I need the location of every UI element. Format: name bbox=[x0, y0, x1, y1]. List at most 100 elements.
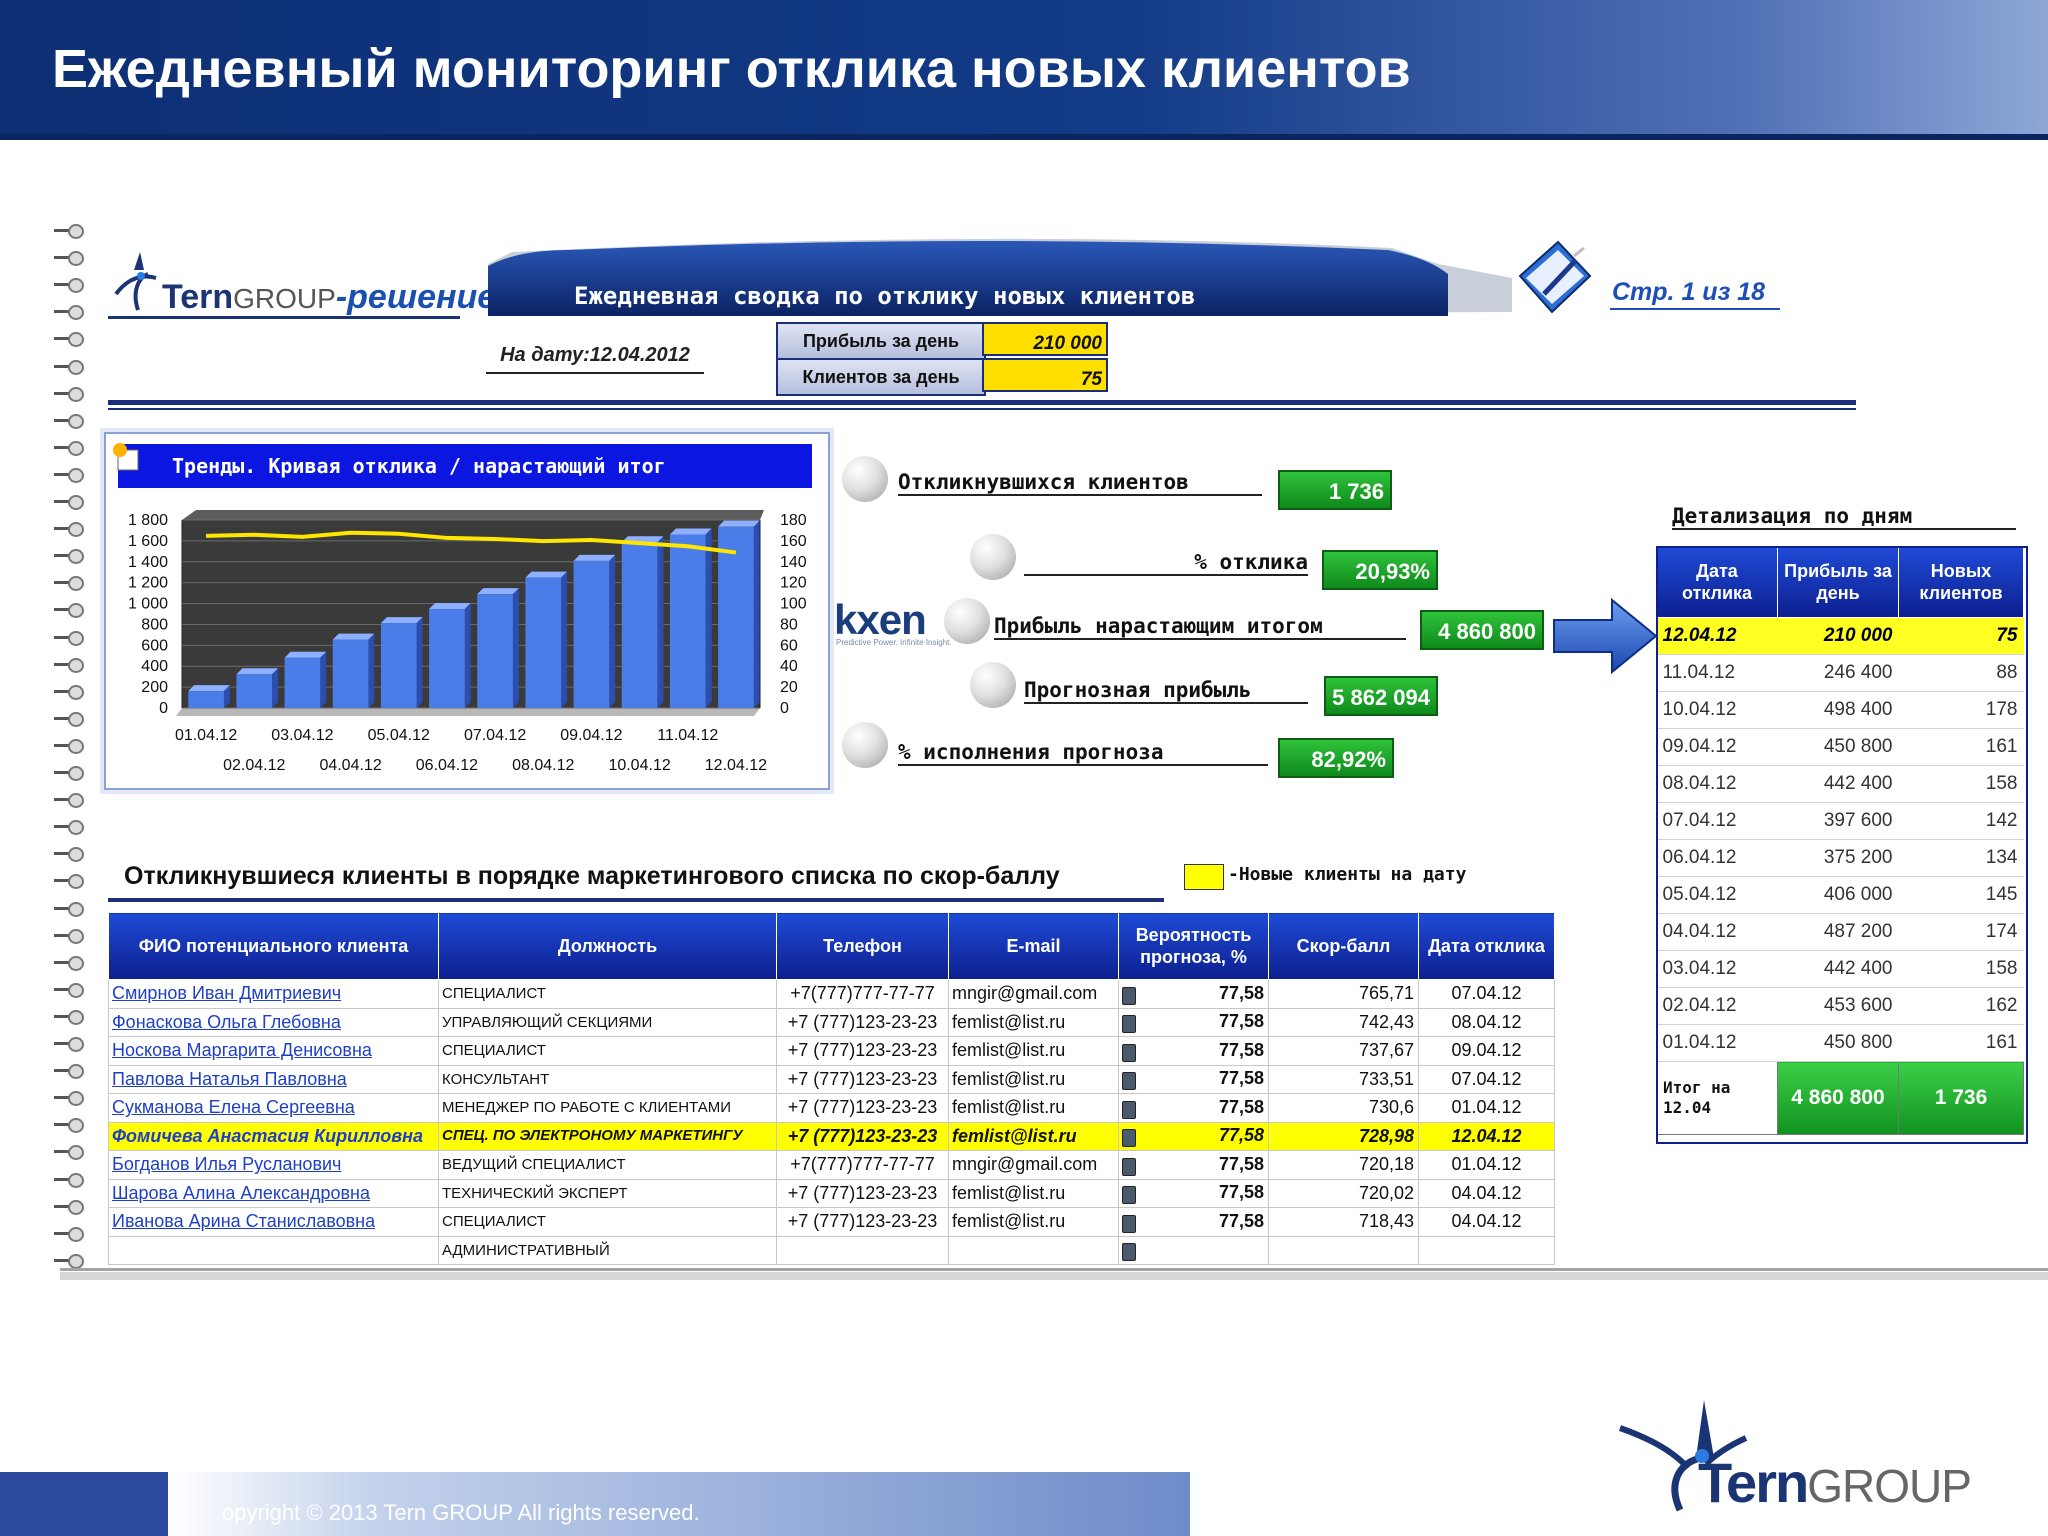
spiral-ring bbox=[54, 549, 84, 565]
details-row[interactable]: 04.04.12 487 200 174 bbox=[1656, 913, 2024, 951]
client-probability: 77,58 bbox=[1118, 1036, 1269, 1066]
details-row[interactable]: 05.04.12 406 000 145 bbox=[1656, 876, 2024, 914]
details-total-label: Итог на 12.04 bbox=[1656, 1061, 1778, 1135]
x-tick-label: 10.04.12 bbox=[608, 757, 670, 774]
spiral-ring bbox=[54, 386, 84, 402]
client-list-underline bbox=[108, 898, 1164, 902]
table-row[interactable]: Фомичева Анастасия Кирилловна спец. по эл… bbox=[108, 1121, 1555, 1151]
list-header-position[interactable]: Должность bbox=[438, 912, 777, 980]
client-email: femlist@list.ru bbox=[948, 1036, 1119, 1066]
kpi-daily-clients-label: Клиентов за день bbox=[776, 358, 986, 396]
logo-group: GROUP bbox=[233, 283, 336, 314]
client-position: консультант bbox=[438, 1064, 777, 1094]
details-row[interactable]: 03.04.12 442 400 158 bbox=[1656, 950, 2024, 988]
client-position: специалист bbox=[438, 1207, 777, 1237]
table-row[interactable]: Богданов Илья Русланович ведущий специали… bbox=[108, 1150, 1555, 1180]
client-name-link[interactable]: Носкова Маргарита Денисовна bbox=[108, 1036, 439, 1066]
client-probability: 77,58 bbox=[1118, 1121, 1269, 1151]
client-name-link[interactable]: Сукманова Елена Сергеевна bbox=[108, 1093, 439, 1123]
details-row[interactable]: 02.04.12 453 600 162 bbox=[1656, 987, 2024, 1025]
client-email bbox=[948, 1235, 1119, 1265]
metric-cumulative-profit-label: Прибыль нарастающим итогом bbox=[994, 614, 1406, 640]
y-right-tick-label: 0 bbox=[780, 700, 789, 717]
y-right-tick-label: 140 bbox=[780, 554, 807, 571]
details-date: 02.04.12 bbox=[1656, 987, 1778, 1025]
device-icon bbox=[1122, 1186, 1136, 1205]
list-header-date[interactable]: Дата отклика bbox=[1418, 912, 1555, 980]
metric-forecast-profit-label: Прогнозная прибыль bbox=[1024, 678, 1308, 704]
details-total-row: Итог на 12.04 4 860 800 1 736 bbox=[1656, 1061, 2024, 1135]
client-position: административный bbox=[438, 1235, 777, 1265]
client-phone: +7 (777)123-23-23 bbox=[776, 1007, 949, 1037]
table-row[interactable]: Сукманова Елена Сергеевна менеджер по раб… bbox=[108, 1093, 1555, 1123]
list-header-name[interactable]: ФИО потенциального клиента bbox=[108, 912, 439, 980]
spiral-ring bbox=[54, 1145, 84, 1161]
details-row[interactable]: 12.04.12 210 000 75 bbox=[1656, 617, 2024, 655]
details-row[interactable]: 11.04.12 246 400 88 bbox=[1656, 654, 2024, 692]
table-row[interactable]: Носкова Маргарита Денисовна специалист +7 … bbox=[108, 1036, 1555, 1066]
details-row[interactable]: 10.04.12 498 400 178 bbox=[1656, 691, 2024, 729]
spiral-ring bbox=[54, 1037, 84, 1052]
page-counter: Стр. 1 из 18 bbox=[1612, 278, 1766, 306]
client-position: ведущий специалист bbox=[438, 1150, 777, 1180]
client-name-link[interactable]: Шарова Алина Александровна bbox=[108, 1178, 439, 1208]
section-divider-thin bbox=[108, 408, 1856, 410]
spiral-ring bbox=[54, 467, 84, 483]
x-tick-label: 08.04.12 bbox=[512, 757, 574, 774]
window-scrollbar[interactable] bbox=[60, 1272, 2048, 1280]
metric-responded-value: 1 736 bbox=[1278, 470, 1392, 510]
client-response-date: 04.04.12 bbox=[1418, 1178, 1555, 1208]
copyright-text: opyright © 2013 Tern GROUP All rights re… bbox=[222, 1500, 700, 1525]
list-header-probability[interactable]: Вероятность прогноза, % bbox=[1118, 912, 1269, 980]
client-name-link[interactable]: Смирнов Иван Дмитриевич bbox=[108, 979, 439, 1009]
details-row[interactable]: 07.04.12 397 600 142 bbox=[1656, 802, 2024, 840]
client-name-link[interactable]: Богданов Илья Русланович bbox=[108, 1150, 439, 1180]
list-header-email[interactable]: E-mail bbox=[948, 912, 1119, 980]
logo-suffix: -решение bbox=[335, 278, 497, 316]
client-name-link[interactable]: Иванова Арина Станиславовна bbox=[108, 1207, 439, 1237]
details-row[interactable]: 08.04.12 442 400 158 bbox=[1656, 765, 2024, 803]
spiral-ring bbox=[54, 928, 84, 944]
list-header-score[interactable]: Скор-балл bbox=[1268, 912, 1419, 980]
details-date: 03.04.12 bbox=[1656, 950, 1778, 988]
bar-side bbox=[320, 651, 327, 708]
client-phone: +7 (777)123-23-23 bbox=[776, 1121, 949, 1151]
client-name-link[interactable]: Фонаскова Ольга Глебовна bbox=[108, 1007, 439, 1037]
client-name-link[interactable]: Павлова Наталья Павловна bbox=[108, 1064, 439, 1094]
spiral-ring bbox=[54, 1118, 84, 1134]
details-row[interactable]: 09.04.12 450 800 161 bbox=[1656, 728, 2024, 766]
client-score bbox=[1268, 1235, 1419, 1265]
x-tick-label: 11.04.12 bbox=[657, 727, 718, 744]
spiral-ring bbox=[54, 630, 84, 646]
details-clients: 161 bbox=[1898, 728, 2024, 766]
table-row[interactable]: Павлова Наталья Павловна консультант +7 (7… bbox=[108, 1064, 1555, 1094]
spiral-ring bbox=[54, 1091, 84, 1107]
table-row[interactable]: Фонаскова Ольга Глебовна управляющий секц… bbox=[108, 1007, 1555, 1037]
details-row[interactable]: 06.04.12 375 200 134 bbox=[1656, 839, 2024, 877]
client-probability: 77,58 bbox=[1118, 1207, 1269, 1237]
device-icon bbox=[1122, 1072, 1136, 1091]
table-row[interactable]: Шарова Алина Александровна технический эк… bbox=[108, 1178, 1555, 1208]
table-row[interactable]: Смирнов Иван Дмитриевич специалист +7(777)… bbox=[108, 979, 1555, 1009]
spiral-ring bbox=[54, 305, 84, 321]
metric-cumulative-profit-value: 4 860 800 bbox=[1420, 610, 1544, 650]
client-phone bbox=[776, 1235, 949, 1265]
y-left-tick-label: 0 bbox=[159, 700, 168, 717]
bar-top bbox=[718, 520, 760, 527]
y-left-tick-label: 800 bbox=[141, 616, 168, 633]
table-row[interactable]: Иванова Арина Станиславовна специалист +7 … bbox=[108, 1207, 1555, 1237]
client-position: управляющий секциями bbox=[438, 1007, 777, 1037]
client-name-link[interactable] bbox=[108, 1235, 439, 1265]
client-name-link[interactable]: Фомичева Анастасия Кирилловна bbox=[108, 1121, 439, 1151]
spiral-ring bbox=[54, 955, 84, 971]
kxen-logo: kxen bbox=[834, 596, 927, 643]
window-bottom-border bbox=[60, 1268, 2048, 1271]
details-profit: 246 400 bbox=[1777, 654, 1899, 692]
list-header-phone[interactable]: Телефон bbox=[776, 912, 949, 980]
client-probability: 77,58 bbox=[1118, 979, 1269, 1009]
bar bbox=[718, 526, 754, 708]
details-row[interactable]: 01.04.12 450 800 161 bbox=[1656, 1024, 2024, 1062]
details-date: 04.04.12 bbox=[1656, 913, 1778, 951]
metric-bullet-icon bbox=[842, 456, 888, 502]
table-row[interactable]: административный bbox=[108, 1235, 1555, 1265]
